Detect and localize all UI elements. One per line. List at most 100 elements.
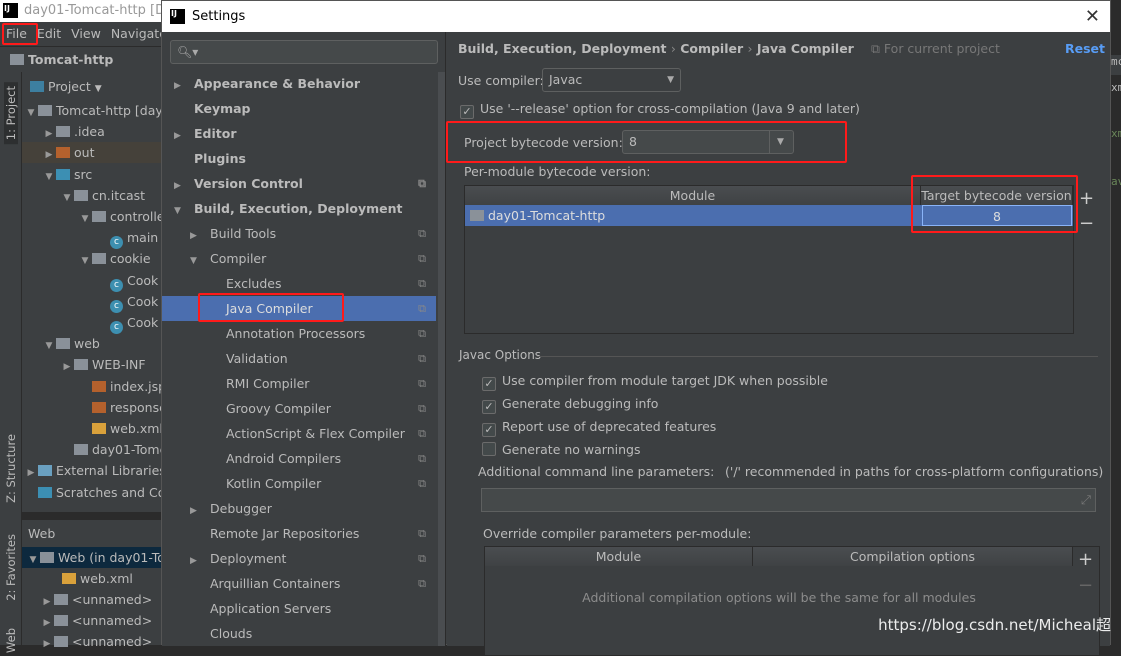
- javac-option-checkbox[interactable]: ✓ Use compiler from module target JDK whe…: [482, 373, 828, 391]
- project-tree-item[interactable]: index.jsp: [78, 376, 166, 397]
- reset-link[interactable]: Reset: [1065, 41, 1105, 56]
- web-facet-row[interactable]: ▼ Web (in day01-To: [22, 547, 165, 568]
- menu-edit[interactable]: Edit: [37, 22, 61, 46]
- tool-window-structure[interactable]: Z: Structure: [4, 434, 18, 503]
- sidebar-item[interactable]: ActionScript & Flex Compiler ⧉: [162, 421, 436, 446]
- expand-right-icon[interactable]: ▶: [60, 357, 74, 378]
- project-tree-item[interactable]: ▼ web: [42, 333, 100, 354]
- sidebar-scrollbar[interactable]: [438, 72, 445, 646]
- jsp-icon: [92, 401, 106, 413]
- breadcrumb-item: Build, Execution, Deployment: [458, 41, 667, 56]
- project-tree-item[interactable]: ▶ .idea: [42, 121, 105, 142]
- package-icon: [74, 189, 88, 201]
- sidebar-item[interactable]: ▶ Debugger: [162, 496, 436, 521]
- expand-down-icon[interactable]: ▼: [78, 209, 92, 230]
- tree-item-label: cn.itcast: [92, 187, 146, 203]
- sidebar-item[interactable]: ▼ Build, Execution, Deployment: [162, 196, 436, 221]
- release-option-checkbox[interactable]: ✓ Use '--release' option for cross-compil…: [460, 101, 860, 119]
- unnamed-row[interactable]: ▶ <unnamed>: [40, 631, 153, 652]
- javac-option-checkbox[interactable]: ✓ Generate debugging info: [482, 396, 658, 414]
- project-tree-item[interactable]: c Cook: [96, 312, 158, 334]
- sidebar-item[interactable]: Remote Jar Repositories ⧉: [162, 521, 436, 546]
- expand-down-icon[interactable]: ▼: [78, 251, 92, 272]
- sidebar-item[interactable]: ▼ Compiler ⧉: [162, 246, 436, 271]
- settings-search-input[interactable]: 🔍︎▾: [170, 40, 438, 64]
- sidebar-item[interactable]: Android Compilers ⧉: [162, 446, 436, 471]
- use-compiler-select[interactable]: Javac ▼: [542, 68, 681, 92]
- expand-down-icon[interactable]: ▼: [42, 336, 56, 357]
- close-icon[interactable]: ✕: [1085, 1, 1100, 32]
- source-folder-icon: [56, 168, 70, 180]
- tree-item-label: Cook: [127, 272, 159, 288]
- project-tree-item[interactable]: ▼ controlle: [78, 206, 165, 227]
- project-tree-item[interactable]: ▼ cn.itcast: [60, 185, 146, 209]
- sidebar-item-label: Build, Execution, Deployment: [194, 201, 403, 216]
- unnamed-row[interactable]: ▶ <unnamed>: [40, 589, 153, 610]
- project-tree-item[interactable]: Scratches and Co: [24, 482, 165, 503]
- editor-tab[interactable]: mc: [1111, 55, 1121, 75]
- sidebar-item[interactable]: Clouds: [162, 621, 436, 646]
- nav-breadcrumb[interactable]: Tomcat-http: [0, 46, 161, 72]
- module-name-cell: day01-Tomcat-http: [488, 208, 606, 223]
- sidebar-item[interactable]: Arquillian Containers ⧉: [162, 571, 436, 596]
- web-folder-icon: [56, 338, 70, 350]
- menu-navigate[interactable]: Navigate: [111, 22, 167, 46]
- javac-option-checkbox[interactable]: ✓ Report use of deprecated features: [482, 419, 716, 437]
- editor-tab-xml[interactable]: xm: [1111, 81, 1121, 94]
- sidebar-item-label: Editor: [194, 126, 237, 141]
- project-tree-item[interactable]: ▶ out: [22, 142, 161, 164]
- sidebar-item[interactable]: ▶ Deployment ⧉: [162, 546, 436, 571]
- project-view-selector[interactable]: Project ▼: [30, 76, 102, 97]
- sidebar-item[interactable]: Groovy Compiler ⧉: [162, 396, 436, 421]
- remove-icon[interactable]: −: [1078, 575, 1093, 596]
- column-header-module[interactable]: Module: [485, 547, 753, 566]
- additional-params-input[interactable]: ⤢: [481, 488, 1096, 512]
- project-tree-item[interactable]: ▼ Tomcat-http [day: [24, 100, 163, 121]
- tool-window-project[interactable]: 1: Project: [4, 82, 18, 145]
- additional-params-label: Additional command line parameters:: [478, 464, 715, 479]
- sidebar-item[interactable]: ▶ Appearance & Behavior: [162, 71, 436, 96]
- expand-down-icon[interactable]: ▼: [24, 103, 38, 124]
- sidebar-item[interactable]: Kotlin Compiler ⧉: [162, 471, 436, 496]
- sidebar-item[interactable]: ▶ Version Control ⧉: [162, 171, 436, 196]
- project-tree-item[interactable]: ▼ cookie: [78, 248, 151, 269]
- sidebar-item[interactable]: Validation ⧉: [162, 346, 436, 371]
- project-tree-item[interactable]: c Cook: [96, 270, 159, 292]
- sidebar-item[interactable]: Application Servers: [162, 596, 436, 621]
- add-icon[interactable]: +: [1078, 549, 1093, 570]
- unnamed-row[interactable]: ▶ <unnamed>: [40, 610, 153, 631]
- sidebar-item-label: Arquillian Containers: [210, 576, 341, 591]
- expand-down-icon[interactable]: ▼: [42, 167, 56, 188]
- code-fragment: xml: [1111, 127, 1121, 140]
- sidebar-item[interactable]: RMI Compiler ⧉: [162, 371, 436, 396]
- sidebar-item-label: Build Tools: [210, 226, 277, 241]
- column-header-compilation-options[interactable]: Compilation options: [753, 547, 1073, 566]
- column-header-module[interactable]: Module: [465, 186, 921, 205]
- project-tree-item[interactable]: ▶ WEB-INF: [60, 354, 146, 375]
- sidebar-item[interactable]: ▶ Build Tools ⧉: [162, 221, 436, 246]
- project-tree-item[interactable]: ▶ External Libraries: [24, 460, 166, 481]
- libraries-icon: [38, 465, 52, 477]
- project-tree-item[interactable]: web.xml: [78, 418, 163, 439]
- menu-view[interactable]: View: [71, 22, 101, 46]
- expand-down-icon[interactable]: ▼: [60, 188, 74, 209]
- javac-option-checkbox[interactable]: Generate no warnings: [482, 442, 640, 457]
- project-tree-item[interactable]: c Cook: [96, 291, 158, 313]
- tool-window-favorites[interactable]: 2: Favorites: [4, 534, 18, 601]
- add-icon[interactable]: +: [1079, 188, 1094, 209]
- web-xml-row[interactable]: web.xml: [62, 568, 133, 589]
- sidebar-item[interactable]: Keymap: [162, 96, 436, 121]
- expand-icon[interactable]: ⤢: [1081, 489, 1091, 511]
- project-tree-item[interactable]: ▼ src: [42, 164, 93, 188]
- server-icon: [54, 594, 68, 605]
- package-icon: [92, 211, 106, 222]
- sidebar-item[interactable]: ▶ Editor: [162, 121, 436, 146]
- sidebar-item-label: Kotlin Compiler: [226, 476, 322, 491]
- sidebar-item[interactable]: Annotation Processors ⧉: [162, 321, 436, 346]
- tool-window-web[interactable]: Web: [4, 628, 18, 653]
- jsp-icon: [92, 380, 106, 392]
- highlight-file-menu: [2, 23, 38, 45]
- sidebar-item[interactable]: Plugins: [162, 146, 436, 171]
- project-tree-item[interactable]: c main: [96, 227, 158, 250]
- remove-icon[interactable]: −: [1079, 213, 1094, 234]
